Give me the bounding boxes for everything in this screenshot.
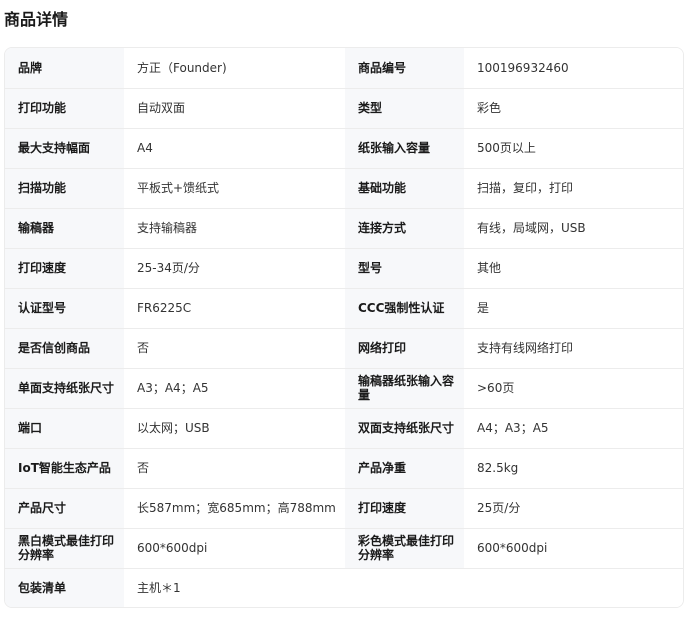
spec-key: 打印速度 <box>345 488 464 529</box>
table-row: 黑白模式最佳打印分辨率 600*600dpi 彩色模式最佳打印分辨率 600*6… <box>5 528 683 569</box>
spec-key: 网络打印 <box>345 328 464 369</box>
spec-key: 输稿器 <box>5 208 124 249</box>
spec-value: A3；A4；A5 <box>124 368 345 409</box>
spec-value: 长587mm；宽685mm；高788mm <box>124 488 345 529</box>
spec-key: 纸张输入容量 <box>345 128 464 169</box>
spec-value: 25页/分 <box>464 488 683 529</box>
table-row: 认证型号 FR6225C CCC强制性认证 是 <box>5 288 683 329</box>
spec-key: 商品编号 <box>345 48 464 89</box>
table-row: 输稿器 支持输稿器 连接方式 有线，局域网，USB <box>5 208 683 249</box>
spec-value: 500页以上 <box>464 128 683 169</box>
spec-value: 否 <box>124 448 345 489</box>
spec-value: 以太网；USB <box>124 408 345 449</box>
spec-value: 否 <box>124 328 345 369</box>
spec-value: 彩色 <box>464 88 683 129</box>
table-row: 打印速度 25-34页/分 型号 其他 <box>5 248 683 289</box>
spec-key: 类型 <box>345 88 464 129</box>
spec-value: 600*600dpi <box>464 528 683 569</box>
spec-value: 25-34页/分 <box>124 248 345 289</box>
table-row: 单面支持纸张尺寸 A3；A4；A5 输稿器纸张输入容量 >60页 <box>5 368 683 409</box>
table-row: IoT智能生态产品 否 产品净重 82.5kg <box>5 448 683 489</box>
spec-key: 包装清单 <box>5 568 124 607</box>
spec-table: 品牌 方正（Founder) 商品编号 100196932460 打印功能 自动… <box>4 47 684 608</box>
spec-value: A4 <box>124 128 345 169</box>
spec-key: 打印功能 <box>5 88 124 129</box>
table-row: 产品尺寸 长587mm；宽685mm；高788mm 打印速度 25页/分 <box>5 488 683 529</box>
spec-value: >60页 <box>464 368 683 409</box>
spec-key: 扫描功能 <box>5 168 124 209</box>
spec-value: A4；A3；A5 <box>464 408 683 449</box>
spec-key: 型号 <box>345 248 464 289</box>
table-row: 包装清单 主机＊1 <box>5 568 683 607</box>
spec-key: 黑白模式最佳打印分辨率 <box>5 528 124 569</box>
table-row: 品牌 方正（Founder) 商品编号 100196932460 <box>5 48 683 89</box>
spec-table-grid: 品牌 方正（Founder) 商品编号 100196932460 打印功能 自动… <box>5 48 683 607</box>
spec-value: 自动双面 <box>124 88 345 129</box>
spec-value: 支持有线网络打印 <box>464 328 683 369</box>
table-row: 扫描功能 平板式+馈纸式 基础功能 扫描，复印，打印 <box>5 168 683 209</box>
spec-value: 平板式+馈纸式 <box>124 168 345 209</box>
spec-key: 连接方式 <box>345 208 464 249</box>
spec-key: 打印速度 <box>5 248 124 289</box>
table-row: 最大支持幅面 A4 纸张输入容量 500页以上 <box>5 128 683 169</box>
spec-value: 扫描，复印，打印 <box>464 168 683 209</box>
spec-key: 是否信创商品 <box>5 328 124 369</box>
table-row: 是否信创商品 否 网络打印 支持有线网络打印 <box>5 328 683 369</box>
spec-value: 有线，局域网，USB <box>464 208 683 249</box>
spec-value: 100196932460 <box>464 48 683 89</box>
spec-key: 产品尺寸 <box>5 488 124 529</box>
table-row: 端口 以太网；USB 双面支持纸张尺寸 A4；A3；A5 <box>5 408 683 449</box>
spec-key: 品牌 <box>5 48 124 89</box>
spec-key: 基础功能 <box>345 168 464 209</box>
spec-value: 支持输稿器 <box>124 208 345 249</box>
spec-key: CCC强制性认证 <box>345 288 464 329</box>
spec-key: 最大支持幅面 <box>5 128 124 169</box>
spec-key: 端口 <box>5 408 124 449</box>
spec-value: 其他 <box>464 248 683 289</box>
spec-value: FR6225C <box>124 288 345 329</box>
spec-value: 方正（Founder) <box>124 48 345 89</box>
spec-key: 输稿器纸张输入容量 <box>345 368 464 409</box>
spec-value: 82.5kg <box>464 448 683 489</box>
spec-key: 单面支持纸张尺寸 <box>5 368 124 409</box>
spec-key: 彩色模式最佳打印分辨率 <box>345 528 464 569</box>
spec-value: 600*600dpi <box>124 528 345 569</box>
spec-key: 双面支持纸张尺寸 <box>345 408 464 449</box>
spec-key: 产品净重 <box>345 448 464 489</box>
spec-value: 主机＊1 <box>124 568 683 607</box>
page-title: 商品详情 <box>4 10 69 29</box>
spec-value: 是 <box>464 288 683 329</box>
spec-key: 认证型号 <box>5 288 124 329</box>
table-row: 打印功能 自动双面 类型 彩色 <box>5 88 683 129</box>
spec-key: IoT智能生态产品 <box>5 448 124 489</box>
